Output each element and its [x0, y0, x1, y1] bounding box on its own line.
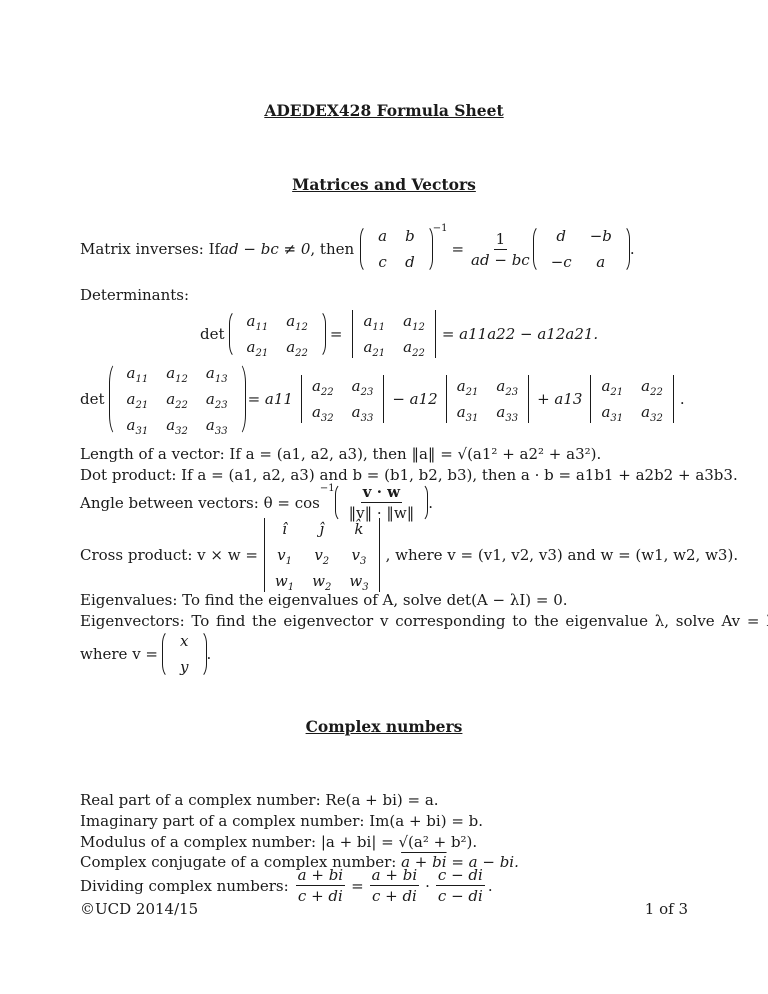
eigenvectors: Eigenvectors: To find the eigenvector v …: [80, 612, 768, 630]
matrix-entry: a22: [166, 390, 188, 411]
matrix-entry: a33: [351, 403, 374, 424]
document-title: ADEDEX428 Formula Sheet: [264, 101, 504, 120]
cross-label: Cross product: v × w =: [80, 546, 258, 564]
determinants-label: Determinants:: [80, 286, 190, 304]
matrix-entry: −b: [589, 227, 612, 245]
det2-matrix: a11 a12 a21 a22: [229, 310, 326, 359]
matrix-entry: a31: [601, 403, 624, 424]
inverse-matrix: abcd: [360, 225, 433, 273]
matrix-entry: a22: [641, 377, 663, 398]
matrix-entry: ĵ: [319, 520, 325, 538]
matrix-entry: a12: [403, 312, 425, 333]
matrix-entry: î: [282, 520, 287, 538]
matrix-entry: v1: [277, 546, 292, 567]
matrix-entry: −c: [550, 253, 572, 271]
matrix-inverse-label: Matrix inverses: If: [80, 240, 221, 258]
eigenvector-where: where v =: [80, 645, 159, 663]
matrix-entry: d: [556, 227, 566, 245]
cross-product-formula: Cross product: v × w = î ĵ k̂ v1 v2 v3 w1 w2 w3 …: [80, 518, 739, 593]
cross-where: , where v = (v1, v2, v3) and w = (w1, w2…: [385, 546, 739, 564]
matrix-entry: a12: [286, 312, 308, 333]
matrix-entry: a12: [166, 364, 188, 385]
vector-length: Length of a vector: If a = (a1, a2, a3),…: [80, 445, 602, 463]
matrix-entry: a22: [403, 338, 425, 359]
matrix-entry: v3: [351, 546, 367, 567]
det3-expansion: = a11 a22 a23 a32 a33 − a12 a21 a23 a31 a33 + a13 a…: [246, 375, 680, 424]
matrix-entry: a22: [286, 338, 308, 359]
matrix-entry: a22: [311, 377, 334, 398]
section-heading-complex: Complex numbers: [305, 717, 463, 736]
angle-numerator: v · w: [360, 483, 403, 503]
matrix-entry: a32: [166, 416, 188, 437]
matrix-entry: w3: [349, 572, 369, 593]
real-part: Real part of a complex number: Re(a + bi…: [80, 791, 439, 809]
matrix-entry: d: [405, 253, 415, 271]
matrix-entry: w2: [312, 572, 332, 593]
modulus: Modulus of a complex number: |a + bi| = …: [80, 833, 478, 851]
adjugate-matrix: d −b −c a: [533, 225, 630, 273]
inverse-fraction: 1 ad − bc: [471, 229, 530, 269]
matrix-inverse-formula: Matrix inverses: If ad − bc ≠ 0 , then a…: [80, 223, 635, 273]
matrix-entry: a32: [311, 403, 334, 424]
eigenvalues: Eigenvalues: To find the eigenvalues of …: [80, 591, 568, 609]
angle-formula: Angle between vectors: θ = cos −1 v · w …: [80, 483, 433, 522]
matrix-entry: c: [378, 253, 387, 271]
det3-minor: a21 a23 a31 a33: [445, 375, 530, 424]
matrix-entry: a23: [205, 390, 228, 411]
matrix-entry: x: [180, 632, 189, 650]
det3-matrix: a11 a12 a13 a21 a22 a23 a31 a32 a33: [109, 362, 246, 437]
section-heading-matrices: Matrices and Vectors: [292, 175, 476, 194]
cross-matrix: î ĵ k̂ v1 v2 v3 w1 w2 w3: [263, 518, 380, 593]
footer-page-number: 1 of 3: [644, 900, 688, 918]
det3-coefficient: = a11: [247, 390, 293, 408]
matrix-entry: a23: [351, 377, 374, 398]
matrix-entry: a: [596, 253, 606, 271]
matrix-entry: a21: [246, 338, 269, 359]
det3-minor: a21 a22 a31 a32: [590, 375, 674, 424]
matrix-entry: v2: [314, 546, 330, 567]
angle-label: Angle between vectors: θ = cos: [80, 493, 320, 512]
matrix-entry: a: [378, 227, 388, 245]
matrix-entry: a11: [126, 364, 149, 385]
angle-paren: v · w ‖v‖ · ‖w‖: [335, 483, 429, 522]
matrix-entry: a23: [496, 377, 519, 398]
dividing-fractions: a + bi c + di = a + bi c + di · c − di c − di: [295, 866, 485, 905]
dividing-label: Dividing complex numbers:: [80, 876, 289, 895]
footer-copyright: ©UCD 2014/15: [80, 900, 199, 918]
fraction: c − di c − di: [435, 866, 485, 905]
matrix-entry: a11: [246, 312, 269, 333]
det2-formula: det a11 a12 a21 a22 = a11 a12 a21 a22 = a11a22…: [200, 310, 599, 359]
det3-minor: a22 a23 a32 a33: [300, 375, 385, 424]
matrix-entry: a21: [363, 338, 386, 359]
matrix-entry: y: [180, 658, 189, 676]
matrix-entry: a11: [363, 312, 386, 333]
det-operator: det: [80, 390, 105, 408]
matrix-entry: a33: [496, 403, 519, 424]
det2-bars: a11 a12 a21 a22: [352, 310, 436, 359]
matrix-entry: a21: [456, 377, 479, 398]
det-operator: det: [200, 325, 225, 343]
matrix-entry: w1: [274, 572, 295, 593]
dot-product: Dot product: If a = (a1, a2, a3) and b =…: [80, 466, 738, 484]
matrix-inverse-condition: ad − bc ≠ 0: [220, 240, 311, 258]
det3-coefficient: − a12: [392, 390, 438, 408]
matrix-entry: a13: [205, 364, 228, 385]
matrix-entry: b: [405, 227, 415, 245]
imaginary-part: Imaginary part of a complex number: Im(a…: [80, 812, 484, 830]
matrix-entry: a31: [126, 416, 149, 437]
matrix-entry: a33: [205, 416, 228, 437]
matrix-entry: a21: [126, 390, 149, 411]
matrix-entry: a32: [641, 403, 663, 424]
matrix-entry: a31: [456, 403, 479, 424]
fraction: a + bi c + di: [295, 866, 346, 905]
det3-formula: det a11 a12 a13 a21 a22 a23 a31 a32 a33 = a11 a22…: [80, 362, 685, 437]
fraction: a + bi c + di: [369, 866, 420, 905]
eigenvector-matrix: xy: [162, 630, 206, 678]
det3-coefficient: + a13: [537, 390, 583, 408]
matrix-inverse-then: , then: [310, 240, 355, 258]
det2-result: = a11a22 − a12a21.: [441, 325, 599, 343]
matrix-entry: k̂: [354, 520, 364, 538]
matrix-entry: a21: [601, 377, 624, 398]
eigenvector-definition: where v = xy .: [80, 630, 212, 678]
